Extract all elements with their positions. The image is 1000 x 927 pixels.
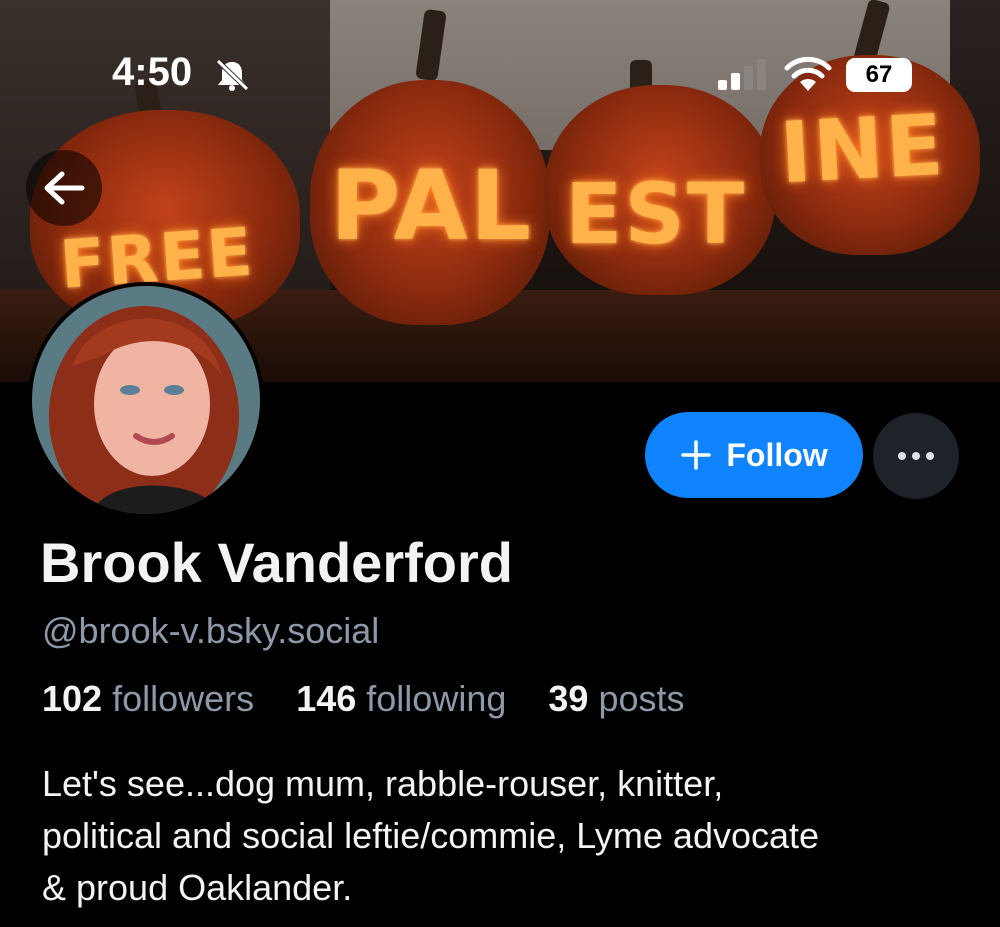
follow-button[interactable]: Follow (645, 412, 863, 498)
followers-count: 102 (42, 678, 103, 719)
cellular-signal-icon (718, 59, 766, 90)
followers-link[interactable]: 102 followers (42, 678, 264, 719)
bio-line: & proud Oaklander. (42, 867, 353, 908)
status-time: 4:50 (112, 50, 193, 94)
arrow-left-icon (44, 171, 85, 205)
carved-text-3: EST (565, 165, 747, 263)
ellipsis-icon (898, 452, 934, 460)
posts-stat: 39 posts (548, 678, 684, 719)
profile-handle: @brook-v.bsky.social (42, 610, 380, 651)
wifi-icon (784, 56, 832, 91)
carved-text-4: INE (777, 95, 948, 203)
following-link[interactable]: 146 following (296, 678, 516, 719)
back-button[interactable] (26, 150, 102, 226)
posts-label: posts (598, 678, 685, 719)
bell-slash-icon (216, 59, 249, 91)
bio-line: Let's see...dog mum, rabble-rouser, knit… (42, 763, 724, 804)
avatar-portrait (32, 286, 260, 514)
more-options-button[interactable] (873, 413, 959, 499)
carved-text-2: PAL (330, 150, 534, 262)
profile-stats: 102 followers 146 following 39 posts (42, 678, 685, 720)
avatar[interactable] (28, 282, 264, 518)
bio-line: political and social leftie/commie, Lyme… (42, 815, 820, 856)
plus-icon (681, 440, 712, 470)
following-count: 146 (296, 678, 357, 719)
follow-label: Follow (726, 436, 828, 473)
battery-indicator: 67 (846, 58, 912, 92)
following-label: following (366, 678, 507, 719)
followers-label: followers (112, 678, 255, 719)
display-name: Brook Vanderford (40, 531, 513, 594)
posts-count: 39 (548, 678, 589, 719)
profile-bio: Let's see...dog mum, rabble-rouser, knit… (42, 758, 972, 914)
